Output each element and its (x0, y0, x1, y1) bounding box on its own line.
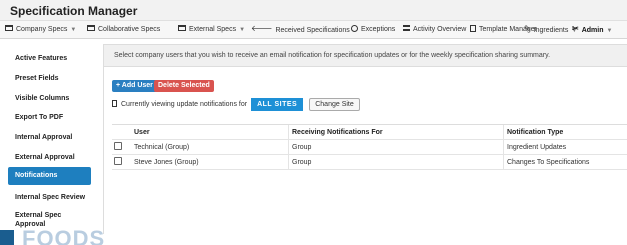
logo-text: FOODS (22, 230, 106, 245)
sidebar-item-export-to-pdf[interactable]: Export To PDF (8, 112, 91, 124)
site-text: Currently viewing update notifications f… (121, 101, 248, 108)
sidebar-item-internal-approval[interactable]: Internal Approval (8, 132, 91, 144)
column-header-user[interactable]: User (134, 125, 150, 140)
document-icon (470, 24, 476, 32)
cell-type: Ingredient Updates (507, 144, 567, 151)
chevron-down-icon: ▼ (239, 27, 246, 33)
title-bar: Specification Manager (0, 0, 627, 21)
cell-type: Changes To Specifications (507, 159, 590, 166)
column-divider (288, 140, 289, 155)
sidebar-item-notifications[interactable]: Notifications (8, 167, 91, 185)
nav-company-specs-label: Company Specs (16, 26, 68, 33)
nav-exceptions[interactable]: Exceptions (351, 21, 395, 39)
nav-received-specifications[interactable]: 🡐 Received Specifications (251, 21, 350, 39)
column-divider (503, 140, 504, 155)
row-checkbox-cell (114, 155, 122, 170)
nav-company-specs[interactable]: Company Specs ▼ (5, 21, 76, 39)
cell-user: Technical (Group) (134, 144, 190, 151)
nav-received-specifications-label: Received Specifications (275, 26, 350, 34)
footer-logo: FOODS (0, 230, 160, 245)
app-title: Specification Manager (10, 4, 138, 18)
sidebar-item-external-approval[interactable]: External Approval (8, 152, 91, 164)
delete-selected-button[interactable]: Delete Selected (154, 80, 214, 92)
cabinet-icon (5, 25, 13, 32)
logo-bar (0, 230, 14, 245)
cell-receiving: Group (292, 159, 312, 166)
site-filter-row: Currently viewing update notifications f… (112, 98, 360, 112)
cell-receiving: Group (292, 144, 312, 151)
nav-collaborative-specs[interactable]: Collaborative Specs (87, 21, 160, 39)
nav-activity-overview[interactable]: Activity Overview (403, 21, 466, 39)
list-icon (403, 25, 410, 32)
sidebar-item-active-features[interactable]: Active Features (8, 53, 91, 65)
building-icon (112, 99, 117, 107)
row-checkbox[interactable] (114, 142, 122, 151)
nav-admin[interactable]: ✂ Admin ▼ (572, 21, 612, 39)
cabinet-icon (178, 25, 186, 32)
chevron-down-icon: ▼ (606, 27, 613, 34)
column-header-type[interactable]: Notification Type (507, 125, 563, 140)
site-badge: ALL SITES (251, 98, 304, 111)
nav-exceptions-label: Exceptions (361, 26, 396, 33)
sidebar-item-preset-fields[interactable]: Preset Fields (8, 73, 91, 85)
column-divider (503, 125, 504, 140)
nav-ingredients[interactable]: ✎ Ingredients ▼ (524, 21, 577, 39)
info-message: Select company users that you wish to re… (104, 45, 627, 67)
nav-external-specs[interactable]: External Specs ▼ (178, 21, 245, 39)
cabinet-icon (87, 25, 95, 32)
row-checkbox[interactable] (114, 157, 122, 166)
sidebar-item-internal-spec-review[interactable]: Internal Spec Review (8, 192, 91, 204)
nav-admin-label: Admin (581, 26, 604, 34)
wrench-icon: ✂ (572, 24, 579, 33)
nav-activity-overview-label: Activity Overview (413, 26, 467, 33)
change-site-button[interactable]: Change Site (309, 98, 360, 111)
column-divider (503, 155, 504, 170)
sidebar-item-external-spec-approval[interactable]: External Spec Approval (8, 211, 78, 229)
row-checkbox-cell (114, 140, 122, 155)
table-row: Steve Jones (Group) Group Changes To Spe… (112, 155, 627, 170)
sidebar-item-visible-columns[interactable]: Visible Columns (8, 93, 91, 105)
nav-ingredients-label: Ingredients (533, 26, 569, 34)
column-header-receiving[interactable]: Receiving Notifications For (292, 125, 383, 140)
leaf-icon: ✎ (524, 24, 531, 33)
check-circle-icon (351, 24, 358, 32)
add-user-button[interactable]: + Add User (112, 80, 157, 92)
notifications-table: User Receiving Notifications For Notific… (112, 124, 627, 170)
table-row: Technical (Group) Group Ingredient Updat… (112, 140, 627, 155)
chevron-down-icon: ▼ (70, 27, 77, 33)
cell-user: Steve Jones (Group) (134, 159, 199, 166)
table-header-row: User Receiving Notifications For Notific… (112, 125, 627, 140)
column-divider (288, 125, 289, 140)
column-divider (288, 155, 289, 170)
nav-collaborative-specs-label: Collaborative Specs (98, 26, 161, 33)
nav-external-specs-label: External Specs (189, 26, 237, 33)
arrow-left-icon: 🡐 (251, 24, 273, 33)
top-nav: Company Specs ▼ Collaborative Specs Exter… (0, 21, 627, 39)
notifications-panel: Select company users that you wish to re… (103, 44, 627, 234)
